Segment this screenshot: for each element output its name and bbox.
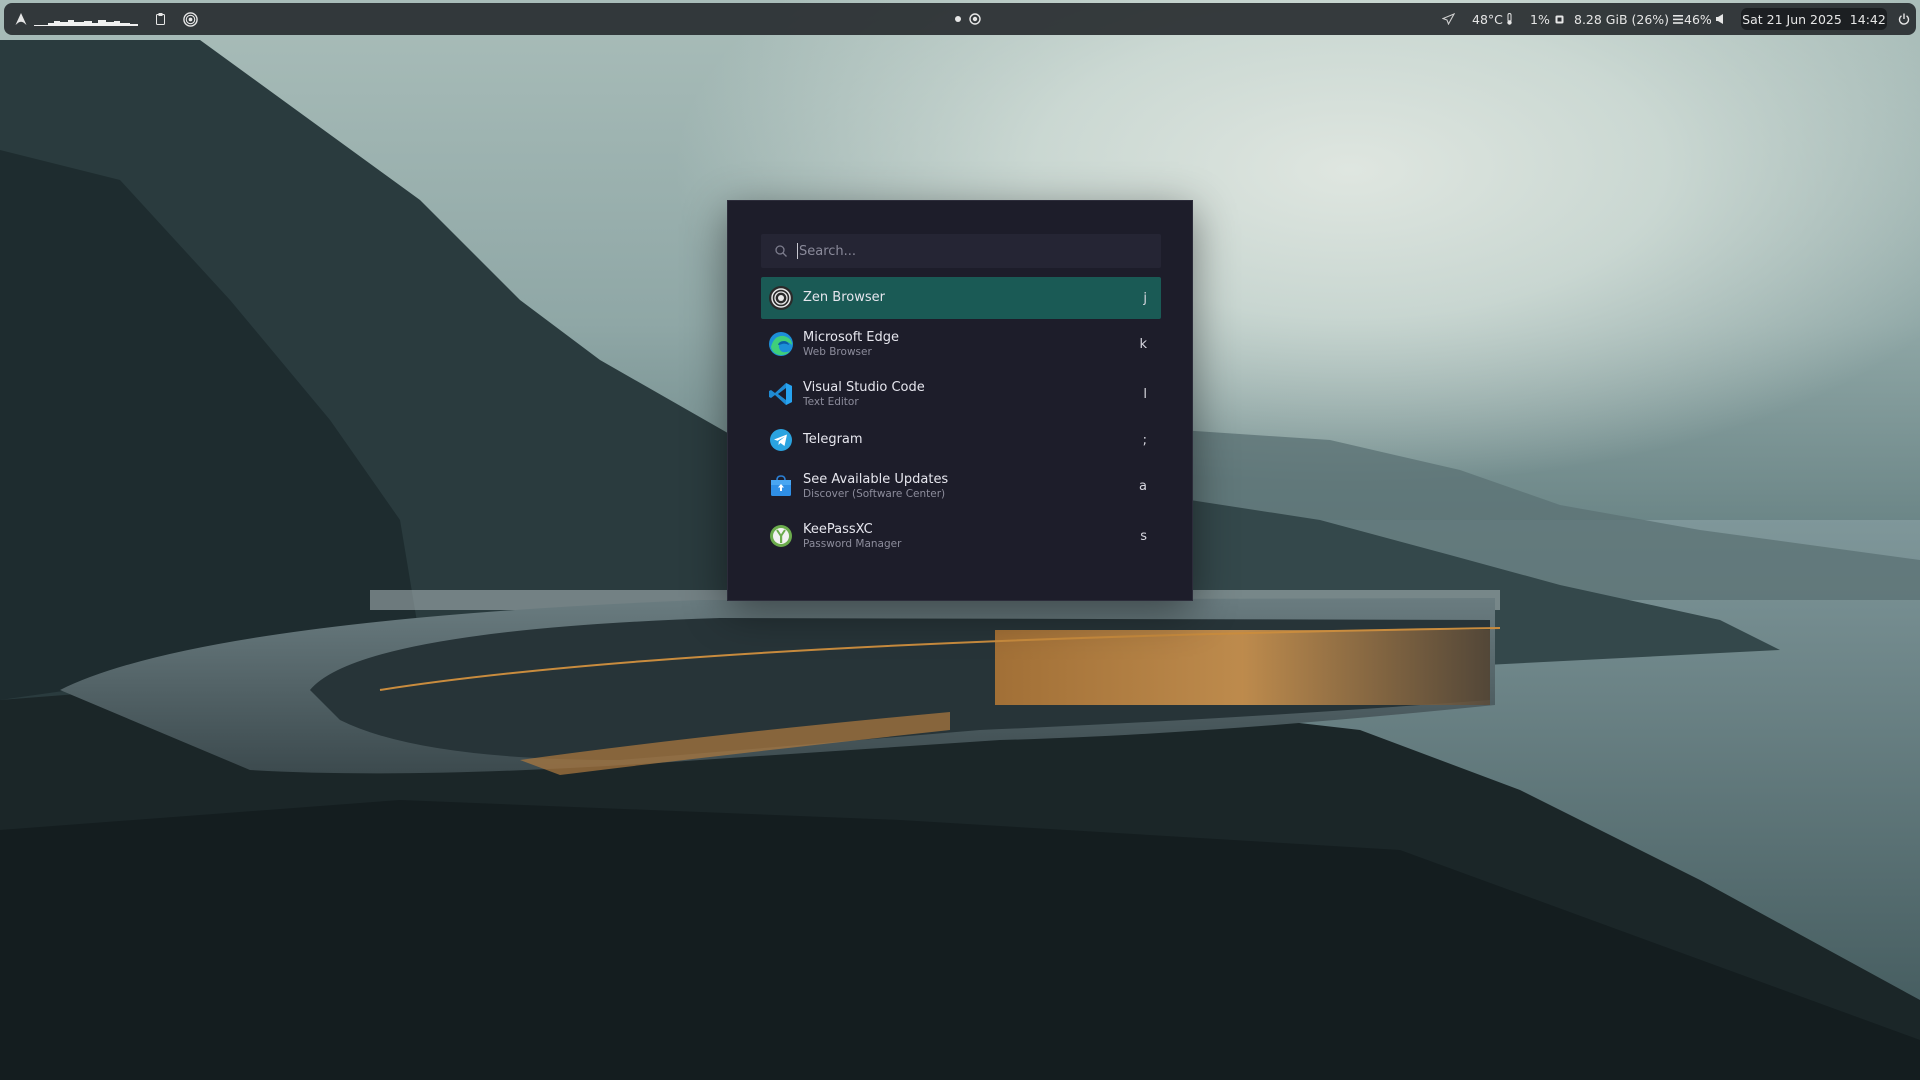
thermometer-icon: [1507, 13, 1512, 25]
launcher-item-telegram[interactable]: Telegram ;: [761, 419, 1161, 461]
launcher-item-description: Web Browser: [803, 345, 872, 358]
volume-value: 46%: [1684, 11, 1712, 27]
clipboard-icon[interactable]: [154, 3, 166, 35]
vscode-icon: [769, 383, 792, 405]
power-icon[interactable]: [1896, 3, 1912, 35]
search-icon: [775, 245, 787, 257]
clock[interactable]: Sat 21 Jun 2025 14:42: [1741, 8, 1887, 30]
launcher-item-shortcut: j: [1143, 290, 1147, 306]
launcher-item-name: KeePassXC: [803, 521, 873, 537]
arch-linux-icon[interactable]: [12, 3, 30, 35]
launcher-item-shortcut: ;: [1142, 432, 1147, 448]
launcher-item-description: Text Editor: [803, 395, 859, 408]
search-bar[interactable]: [761, 234, 1161, 268]
launcher-item-description: Discover (Software Center): [803, 487, 946, 500]
cpu-usage-indicator[interactable]: 1%: [1530, 3, 1565, 35]
clock-text: Sat 21 Jun 2025 14:42: [1742, 11, 1886, 27]
memory-icon: [1673, 14, 1684, 24]
keepassxc-icon: [770, 525, 792, 547]
telegram-icon: [770, 429, 792, 451]
search-input[interactable]: [799, 243, 1129, 259]
memory-value: 8.28 GiB (26%): [1574, 11, 1670, 27]
launcher-item-visual-studio-code[interactable]: Visual Studio Code Text Editor l: [761, 373, 1161, 415]
discover-icon: [771, 475, 791, 496]
launcher-item-name: See Available Updates: [803, 471, 949, 487]
send-icon[interactable]: [1440, 3, 1456, 35]
zen-browser-tray-icon[interactable]: [182, 3, 198, 35]
cpu-usage-value: 1%: [1530, 11, 1550, 27]
launcher-item-shortcut: a: [1139, 478, 1147, 494]
memory-indicator[interactable]: 8.28 GiB (26%): [1574, 3, 1684, 35]
launcher-item-name: Visual Studio Code: [803, 379, 925, 395]
launcher-item-shortcut: l: [1143, 386, 1147, 402]
launcher-item-zen-browser[interactable]: Zen Browser j: [761, 277, 1161, 319]
cpu-icon: [1555, 15, 1564, 23]
launcher-item-shortcut: k: [1139, 336, 1147, 352]
volume-icon: [1715, 14, 1723, 24]
launcher-item-shortcut: s: [1140, 528, 1147, 544]
temperature-value: 48°C: [1472, 11, 1503, 27]
app-launcher: Zen Browser j Microsoft Edge Web Browser…: [727, 200, 1193, 601]
text-caret: [797, 243, 798, 259]
cpu-graph: [34, 3, 140, 35]
launcher-item-name: Zen Browser: [803, 290, 885, 305]
temperature-indicator[interactable]: 48°C: [1472, 3, 1513, 35]
launcher-item-name: Telegram: [803, 432, 863, 447]
edge-icon: [769, 332, 793, 356]
launcher-item-description: Password Manager: [803, 537, 902, 550]
active-workspace-indicator[interactable]: [967, 3, 983, 35]
workspace-indicator[interactable]: [954, 3, 962, 35]
top-bar: 48°C 1% 8.28 GiB (26%) 46% Sat 21 Jun 20…: [4, 3, 1916, 35]
launcher-item-microsoft-edge[interactable]: Microsoft Edge Web Browser k: [761, 323, 1161, 365]
launcher-item-see-available-updates[interactable]: See Available Updates Discover (Software…: [761, 465, 1161, 507]
launcher-item-keepassxc[interactable]: KeePassXC Password Manager s: [761, 515, 1161, 557]
volume-indicator[interactable]: 46%: [1684, 3, 1725, 35]
zen-browser-icon: [769, 286, 793, 310]
launcher-item-name: Microsoft Edge: [803, 329, 900, 345]
